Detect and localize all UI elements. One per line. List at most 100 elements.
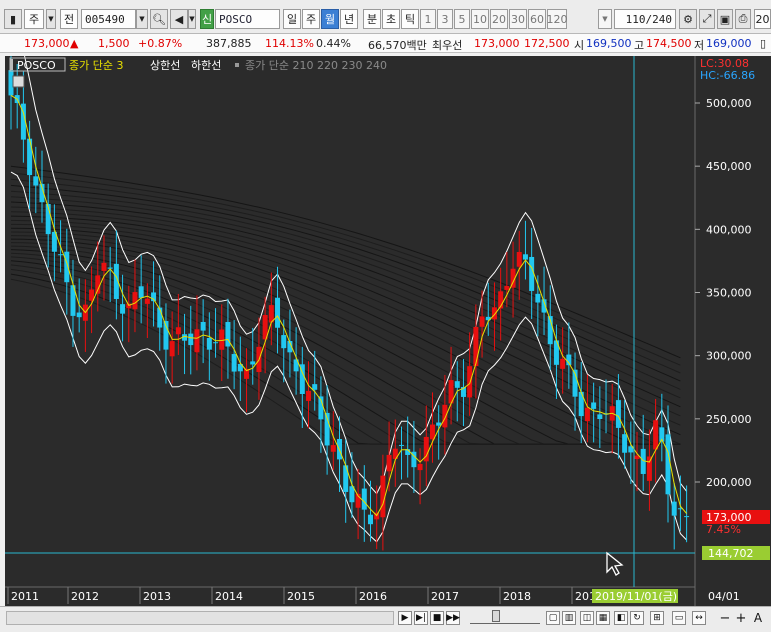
interval-button-3[interactable]: 3 <box>437 9 453 29</box>
print-icon[interactable]: ⎙ <box>735 9 751 29</box>
candle-body <box>467 366 473 398</box>
zoom-in-icon[interactable]: + <box>734 611 748 626</box>
interval-button-120[interactable]: 120 <box>547 9 568 29</box>
code-dropdown-icon[interactable]: ▼ <box>136 9 148 29</box>
candle-body <box>429 424 435 440</box>
right-cutoff-button[interactable]: 20 <box>754 9 771 29</box>
speaker-dropdown-icon[interactable]: ▼ <box>188 9 196 29</box>
refresh-icon[interactable]: ↻ <box>630 611 644 625</box>
price-chart[interactable]: 200,000 250,000 300,000 350,000 400,000 450,0… <box>5 31 771 606</box>
fast-forward-icon[interactable]: ▶▶ <box>446 611 460 625</box>
split-view-icon[interactable]: ▥ <box>562 611 576 625</box>
step-forward-icon[interactable]: ▶| <box>414 611 428 625</box>
candlestick-chart[interactable]: 200,000 250,000 300,000 350,000 400,000 450,0… <box>5 31 771 606</box>
period-prefix-label: 주 <box>28 13 40 26</box>
zoom-slider-thumb[interactable] <box>492 610 500 622</box>
candle-body <box>306 390 312 401</box>
price-tick-label: 500,000 <box>706 97 752 110</box>
interval-dropdown-icon[interactable]: ▼ <box>598 9 612 29</box>
compare-icon[interactable]: ◧ <box>614 611 628 625</box>
scroll-right-icon[interactable]: ▶ <box>398 611 412 625</box>
interval-button-30[interactable]: 30 <box>509 9 527 29</box>
bottom-navigation-bar: ▶ ▶| ■ ▶▶ ▢ ▥ ◫ ▦ ◧ ↻ ⊞ ▭ ↔ − + A <box>0 606 771 632</box>
candle-body <box>367 514 373 525</box>
candle-body <box>194 329 200 353</box>
candle-body <box>188 333 194 346</box>
interval-button-5[interactable]: 5 <box>454 9 470 29</box>
window-small-icon[interactable]: ▭ <box>672 611 686 625</box>
candle-body <box>684 516 690 518</box>
line-tool-icon[interactable]: ⤢ <box>699 9 715 29</box>
legend-ma3: 종가 단순 3 <box>69 59 123 72</box>
grid-toggle-icon[interactable] <box>12 75 25 88</box>
candle-body <box>275 297 281 328</box>
period-tab-3[interactable]: 년 <box>340 9 358 29</box>
interval-button-60[interactable]: 60 <box>528 9 546 29</box>
zoom-slider[interactable] <box>470 612 540 624</box>
period-tab-4[interactable]: 분 <box>363 9 381 29</box>
legend-lower: 하한선 <box>191 58 221 72</box>
expand-icon[interactable]: ▯ <box>760 37 766 50</box>
data-count-total: /240 <box>645 12 673 26</box>
zoom-out-icon[interactable]: − <box>718 611 732 626</box>
candle-body <box>132 292 138 310</box>
volume-ratio: 114.13% <box>265 37 314 50</box>
date-axis-labels: 2011 2012 2013 2014 2015 2016 2017 2018 201 <box>7 587 596 604</box>
period-tab-1[interactable]: 주 <box>302 9 320 29</box>
candle-body <box>560 358 566 369</box>
candle-body <box>250 361 256 365</box>
jeon-button[interactable]: 전 <box>60 9 78 29</box>
indicator-icon[interactable]: ⚙ <box>679 9 697 29</box>
high-label: 고 <box>634 39 645 52</box>
stop-icon[interactable]: ■ <box>430 611 444 625</box>
date-tick-label: 2011 <box>11 590 39 603</box>
price-tick-label: 300,000 <box>706 350 752 363</box>
volume: 387,885 <box>206 37 252 50</box>
stock-name-field[interactable]: POSCO <box>215 9 280 29</box>
stock-code-input[interactable]: 005490 <box>81 9 136 29</box>
hline-price-tag-text: 144,702 <box>708 547 754 560</box>
period-tab-0[interactable]: 일 <box>283 9 301 29</box>
candle-body <box>219 329 225 350</box>
candle-body <box>101 262 107 271</box>
multi-chart-icon[interactable]: ⊞ <box>650 611 664 625</box>
candle-body <box>671 501 677 516</box>
chart-type-icon[interactable]: ▮ <box>4 9 22 29</box>
interval-button-20[interactable]: 20 <box>490 9 508 29</box>
speaker-icon[interactable]: ◀ <box>170 9 188 29</box>
grid-view-icon[interactable]: ▦ <box>596 611 610 625</box>
interval-button-10[interactable]: 10 <box>471 9 489 29</box>
data-count-field[interactable]: 110/240 <box>614 9 676 29</box>
window-icon[interactable]: ▢ <box>546 611 560 625</box>
layout-icon[interactable]: ◫ <box>580 611 594 625</box>
candle-body <box>417 463 423 471</box>
candle-body <box>361 488 367 510</box>
top-toolbar: ▮ 주 ▼ 전 005490 ▼ 🔍︎ ◀ ▼ 신 POSCO 일주월년분초틱 … <box>0 0 771 34</box>
candle-body <box>591 402 597 409</box>
open-label: 시 <box>574 39 585 52</box>
price-tick-label: 200,000 <box>706 476 752 489</box>
save-icon[interactable]: ▣ <box>717 9 733 29</box>
search-icon[interactable]: 🔍︎ <box>150 9 168 29</box>
period-tab-2[interactable]: 월 <box>321 9 339 29</box>
open-price: 169,500 <box>586 37 632 50</box>
auto-scale-icon[interactable]: A <box>751 611 765 625</box>
candle-body <box>442 404 448 428</box>
period-dropdown-icon[interactable]: ▼ <box>46 9 56 29</box>
high-price: 174,500 <box>646 37 692 50</box>
trade-amount: 66,570백만 <box>368 39 427 52</box>
candle-body <box>516 251 522 267</box>
candle-body <box>200 322 206 331</box>
period-tab-6[interactable]: 틱 <box>401 9 419 29</box>
price-tick-label: 450,000 <box>706 160 752 173</box>
candle-body <box>386 454 392 472</box>
period-tab-5[interactable]: 초 <box>382 9 400 29</box>
horizontal-scroll-track[interactable] <box>6 611 394 625</box>
horizontal-shrink-icon[interactable]: ↔ <box>692 611 706 625</box>
turnover-percent: 0.44% <box>316 37 351 50</box>
candle-body <box>330 445 336 452</box>
interval-button-1[interactable]: 1 <box>420 9 436 29</box>
period-prefix-selector[interactable]: 주 <box>24 9 44 29</box>
candle-body <box>491 307 497 320</box>
low-price: 169,000 <box>706 37 752 50</box>
